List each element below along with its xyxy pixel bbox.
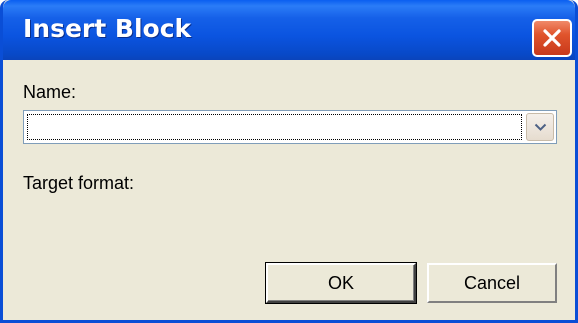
chevron-down-icon	[534, 123, 547, 131]
close-icon	[543, 29, 561, 47]
name-combobox[interactable]	[23, 110, 557, 144]
close-button[interactable]	[532, 19, 572, 57]
title-bar[interactable]: Insert Block	[3, 0, 575, 60]
cancel-button[interactable]: Cancel	[427, 263, 557, 303]
insert-block-dialog: Insert Block Name: Target format: OK Can…	[0, 0, 578, 323]
cancel-button-label: Cancel	[463, 272, 521, 293]
target-format-label: Target format:	[23, 173, 135, 193]
ok-button[interactable]: OK	[266, 263, 416, 303]
name-label: Name:	[23, 82, 77, 102]
name-input[interactable]	[27, 114, 522, 140]
ok-button-label: OK	[327, 272, 354, 293]
name-dropdown-button[interactable]	[526, 113, 554, 141]
dialog-title: Insert Block	[23, 14, 192, 43]
